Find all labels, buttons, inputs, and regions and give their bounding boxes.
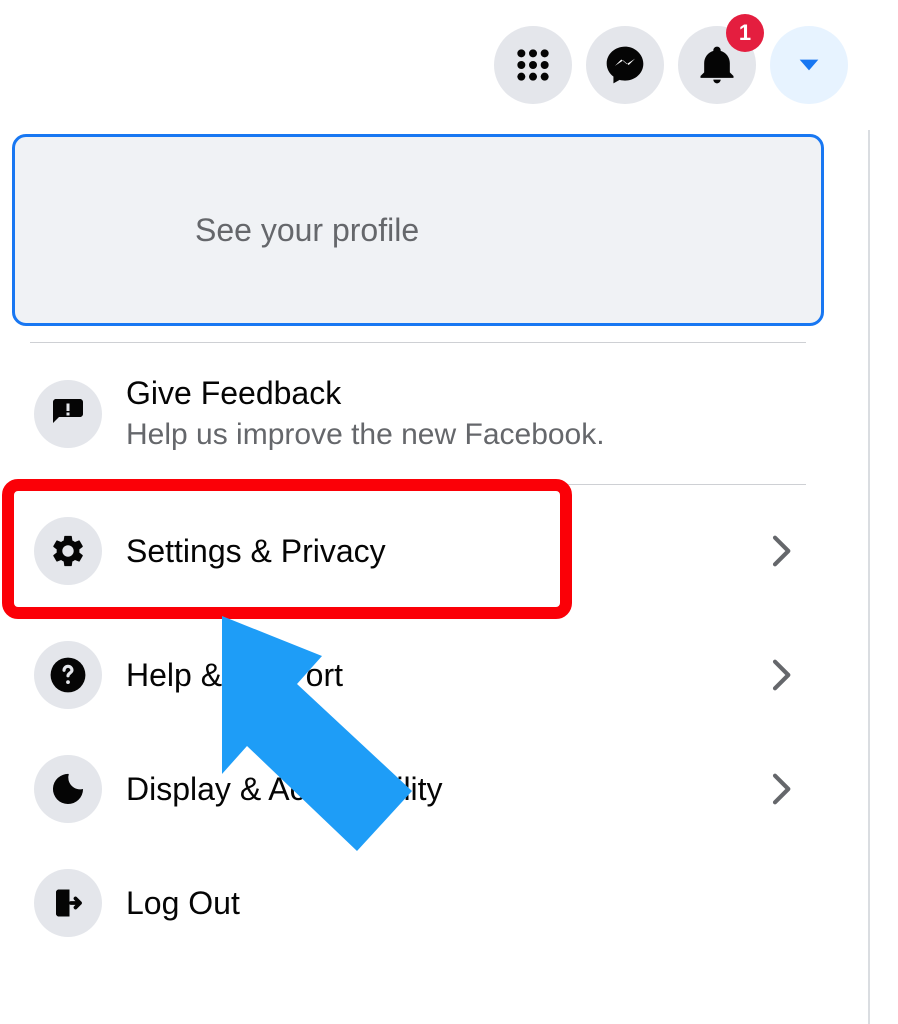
menu-item-display-accessibility[interactable]: Display & Accessibility — [6, 739, 830, 839]
help-title: Help & Support — [126, 657, 760, 694]
chevron-right-icon — [760, 769, 800, 809]
question-icon — [49, 656, 87, 694]
bell-icon — [695, 43, 739, 87]
menu-item-settings-privacy[interactable]: Settings & Privacy — [6, 501, 830, 601]
chevron-right-icon — [760, 655, 800, 695]
messenger-button[interactable] — [586, 26, 664, 104]
menu-item-feedback[interactable]: Give Feedback Help us improve the new Fa… — [6, 359, 830, 468]
settings-icon-wrap — [34, 517, 102, 585]
profile-subtitle: See your profile — [195, 212, 419, 249]
help-icon-wrap — [34, 641, 102, 709]
notification-badge: 1 — [726, 14, 764, 52]
divider — [30, 342, 806, 343]
settings-title: Settings & Privacy — [126, 533, 760, 570]
logout-icon — [50, 885, 86, 921]
feedback-text: Give Feedback Help us improve the new Fa… — [126, 375, 800, 452]
chevron-right-icon — [760, 531, 800, 571]
menu-grid-button[interactable] — [494, 26, 572, 104]
feedback-title: Give Feedback — [126, 375, 800, 412]
help-title-left: Help & S — [126, 657, 252, 693]
notifications-button[interactable]: 1 — [678, 26, 756, 104]
moon-icon — [49, 770, 87, 808]
feedback-subtitle: Help us improve the new Facebook. — [126, 418, 800, 452]
profile-card[interactable]: See your profile — [12, 134, 824, 326]
display-icon-wrap — [34, 755, 102, 823]
panel-right-border — [868, 130, 870, 1024]
top-header: 1 — [0, 0, 898, 130]
logout-title: Log Out — [126, 885, 800, 922]
grid-icon — [513, 45, 553, 85]
menu-item-logout[interactable]: Log Out — [6, 853, 830, 953]
gear-icon — [49, 532, 87, 570]
feedback-icon-wrap — [34, 380, 102, 448]
caret-down-icon — [793, 49, 825, 81]
divider — [30, 484, 806, 485]
help-text: Help & Support — [126, 657, 760, 694]
display-text: Display & Accessibility — [126, 771, 760, 808]
messenger-icon — [603, 43, 647, 87]
logout-text: Log Out — [126, 885, 800, 922]
logout-icon-wrap — [34, 869, 102, 937]
help-title-right: ort — [306, 657, 343, 693]
settings-text: Settings & Privacy — [126, 533, 760, 570]
display-title: Display & Accessibility — [126, 771, 760, 808]
account-dropdown-panel: See your profile Give Feedback Help us i… — [6, 132, 830, 953]
menu-item-help-support[interactable]: Help & Support — [6, 625, 830, 725]
account-dropdown-button[interactable] — [770, 26, 848, 104]
feedback-icon — [50, 396, 86, 432]
